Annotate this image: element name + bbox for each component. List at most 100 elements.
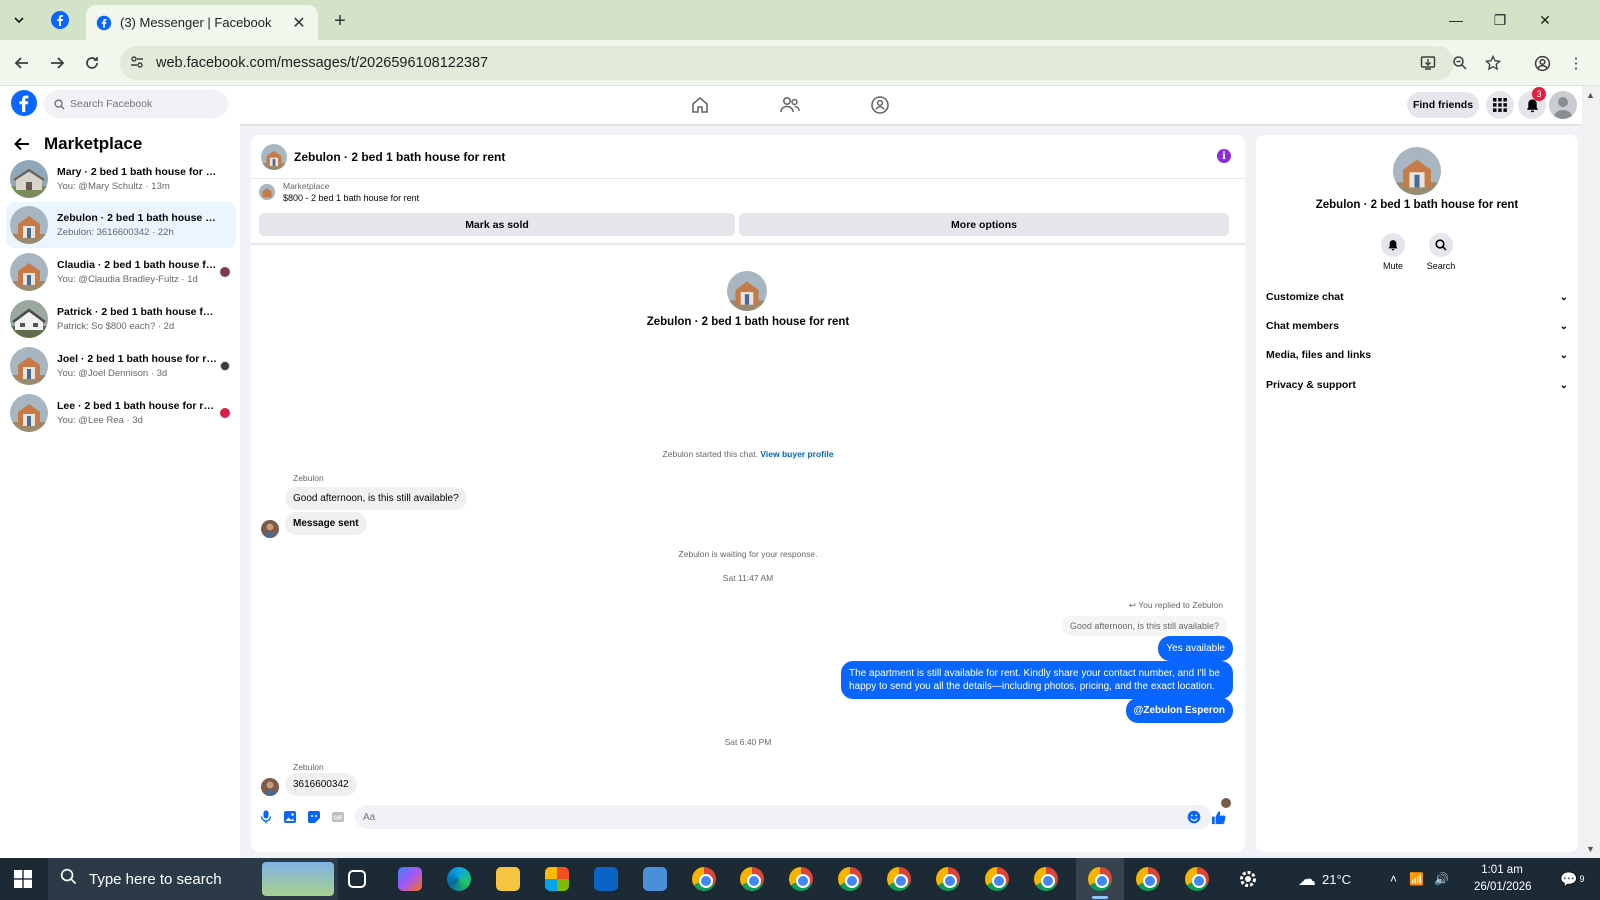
section-customize-chat[interactable]: Customize chat ⌄ [1266, 285, 1572, 309]
url-text: web.facebook.com/messages/t/202659610812… [156, 55, 489, 71]
message-composer: GIF [251, 797, 1245, 837]
account-avatar[interactable] [1549, 91, 1577, 119]
chrome-icon[interactable] [692, 867, 716, 891]
task-view-icon[interactable] [348, 870, 366, 888]
search-icon [1429, 233, 1453, 257]
tab-search-dropdown[interactable] [8, 9, 30, 31]
chat-title[interactable]: Zebulon · 2 bed 1 bath house for rent [294, 150, 505, 164]
conversation-item[interactable]: Mary · 2 bed 1 bath house for rent You: @… [6, 156, 236, 202]
message-input-wrapper[interactable] [355, 805, 1211, 829]
reload-button[interactable] [80, 51, 104, 75]
microsoft-store-icon[interactable] [545, 867, 569, 891]
chrome-icon[interactable] [838, 867, 862, 891]
browser-menu-icon[interactable]: ⋮ [1564, 51, 1588, 75]
conversation-name: Claudia · 2 bed 1 bath house for ... [57, 259, 217, 271]
notification-center[interactable]: 💬 9 [1560, 858, 1584, 900]
chrome-icon[interactable] [1185, 867, 1209, 891]
page-scrollbar[interactable]: ▲ ▼ [1582, 86, 1600, 858]
start-button[interactable] [14, 870, 32, 888]
chrome-icon[interactable] [985, 867, 1009, 891]
conversation-item[interactable]: Lee · 2 bed 1 bath house for rent You: @L… [6, 390, 236, 436]
section-media-files-links[interactable]: Media, files and links ⌄ [1266, 343, 1572, 367]
tab-close-icon[interactable]: ✕ [290, 14, 308, 32]
conversation-item[interactable]: Patrick · 2 bed 1 bath house for rent Pat… [6, 296, 236, 342]
address-bar[interactable]: web.facebook.com/messages/t/202659610812… [120, 46, 1454, 80]
conversation-item[interactable]: Claudia · 2 bed 1 bath house for ... You:… [6, 249, 236, 295]
volume-icon[interactable]: 🔊 [1434, 872, 1449, 886]
chrome-icon[interactable] [740, 867, 764, 891]
chrome-icon[interactable] [936, 867, 960, 891]
search-highlight-image[interactable] [262, 862, 334, 896]
sender-avatar[interactable] [261, 520, 279, 538]
outgoing-mention[interactable]: @Zebulon Esperon [1125, 698, 1233, 723]
settings-gear-icon[interactable] [1236, 867, 1260, 891]
nav-friends[interactable] [777, 92, 803, 118]
emoji-icon[interactable] [1185, 808, 1203, 826]
desktop-app-icon[interactable] [643, 867, 667, 891]
more-options-button[interactable]: More options [739, 213, 1229, 236]
edge-icon[interactable] [447, 867, 471, 891]
find-friends-button[interactable]: Find friends [1407, 92, 1479, 118]
scroll-down-icon[interactable]: ▼ [1586, 844, 1595, 854]
chat-avatar[interactable] [261, 143, 287, 170]
copilot-icon[interactable] [398, 867, 422, 891]
conversation-item-active[interactable]: Zebulon · 2 bed 1 bath house for r... Zeb… [6, 202, 236, 248]
gif-icon[interactable]: GIF [329, 808, 347, 826]
zoom-icon[interactable] [1448, 51, 1472, 75]
outgoing-message[interactable]: Yes available [1158, 636, 1233, 661]
facebook-logo[interactable] [11, 90, 37, 116]
section-privacy-support[interactable]: Privacy & support ⌄ [1266, 373, 1572, 397]
minimize-button[interactable]: — [1436, 8, 1476, 32]
thumbs-up-icon[interactable] [1209, 808, 1227, 826]
mute-action[interactable]: Mute [1373, 233, 1413, 271]
weather-widget[interactable]: ☁ 21°C [1298, 858, 1351, 900]
network-icon[interactable]: 📶 [1409, 872, 1424, 886]
photo-icon[interactable] [281, 808, 299, 826]
site-settings-icon[interactable] [130, 55, 150, 72]
back-arrow-icon[interactable] [12, 134, 32, 154]
facebook-search-input[interactable] [70, 98, 220, 110]
chrome-icon[interactable] [1034, 867, 1058, 891]
sticker-icon[interactable] [305, 808, 323, 826]
pinned-facebook-tab[interactable] [50, 10, 70, 30]
incoming-message[interactable]: Message sent [285, 512, 367, 535]
mark-as-sold-button[interactable]: Mark as sold [259, 213, 735, 236]
chrome-icon[interactable] [887, 867, 911, 891]
chat-panel: Zebulon · 2 bed 1 bath house for rent i … [251, 135, 1245, 852]
view-buyer-profile-link[interactable]: View buyer profile [760, 449, 833, 459]
close-window-button[interactable]: ✕ [1525, 8, 1565, 32]
message-input[interactable] [363, 811, 1163, 823]
nav-home[interactable] [687, 92, 713, 118]
forward-button[interactable] [45, 51, 69, 75]
chrome-icon[interactable] [789, 867, 813, 891]
listing-summary[interactable]: Marketplace $800 - 2 bed 1 bath house fo… [259, 181, 419, 203]
bookmark-star-icon[interactable] [1481, 51, 1505, 75]
restore-button[interactable]: ❐ [1480, 8, 1520, 32]
file-explorer-icon[interactable] [496, 867, 520, 891]
microphone-icon[interactable] [257, 808, 275, 826]
menu-button[interactable] [1486, 91, 1514, 119]
incoming-message[interactable]: Good afternoon, is this still available? [285, 487, 467, 510]
scroll-up-icon[interactable]: ▲ [1586, 90, 1595, 100]
chrome-icon-active[interactable] [1088, 867, 1112, 891]
chevron-up-icon[interactable]: ˄ [1390, 872, 1397, 886]
search-action[interactable]: Search [1421, 233, 1461, 271]
profile-icon[interactable] [1530, 51, 1554, 75]
outgoing-message[interactable]: The apartment is still available for ren… [841, 661, 1233, 699]
nav-groups[interactable] [867, 92, 893, 118]
quoted-message[interactable]: Good afternoon, is this still available? [1061, 616, 1227, 636]
install-app-icon[interactable] [1416, 51, 1440, 75]
facebook-search[interactable] [44, 90, 228, 118]
info-icon[interactable]: i [1217, 149, 1231, 163]
section-chat-members[interactable]: Chat members ⌄ [1266, 314, 1572, 338]
new-tab-button[interactable]: + [328, 9, 352, 33]
active-tab[interactable]: (3) Messenger | Facebook ✕ [86, 5, 318, 40]
taskbar-clock[interactable]: 1:01 am 26/01/2026 [1474, 862, 1532, 896]
sender-avatar[interactable] [261, 778, 279, 796]
conversation-item[interactable]: Joel · 2 bed 1 bath house for rent You: @… [6, 343, 236, 389]
chat-header: Zebulon · 2 bed 1 bath house for rent i [251, 135, 1245, 179]
back-button[interactable] [10, 51, 34, 75]
outlook-icon[interactable] [594, 867, 618, 891]
chrome-icon[interactable] [1136, 867, 1160, 891]
incoming-message[interactable]: 3616600342 [285, 773, 357, 796]
